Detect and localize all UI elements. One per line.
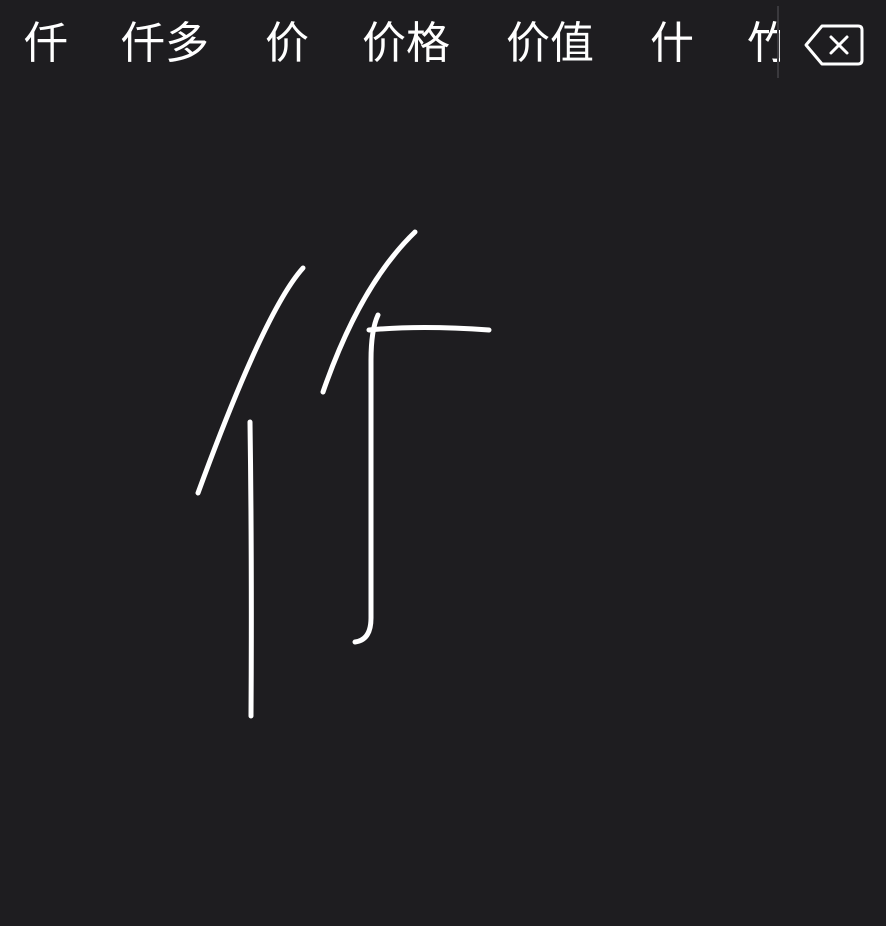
ink-stroke <box>352 312 381 645</box>
ink-stroke <box>366 325 492 333</box>
candidate-bar-divider <box>777 6 779 78</box>
delete-button[interactable] <box>800 18 870 72</box>
candidate-3[interactable]: 价 <box>265 14 309 74</box>
candidate-4[interactable]: 价格 <box>362 14 450 74</box>
candidate-6[interactable]: 什 <box>650 14 694 74</box>
ink-stroke <box>247 419 254 719</box>
candidate-5[interactable]: 价值 <box>506 14 594 74</box>
candidate-bar: 仟 仟多 价 价格 价值 什 竹 <box>0 0 780 88</box>
candidate-1[interactable]: 仟 <box>24 14 68 74</box>
handwriting-canvas[interactable] <box>0 88 886 926</box>
backspace-icon <box>804 24 864 66</box>
handwriting-keyboard: 仟 仟多 价 价格 价值 什 竹 <box>0 0 886 926</box>
candidate-2[interactable]: 仟多 <box>121 14 209 74</box>
candidate-7[interactable]: 竹 <box>747 14 780 74</box>
